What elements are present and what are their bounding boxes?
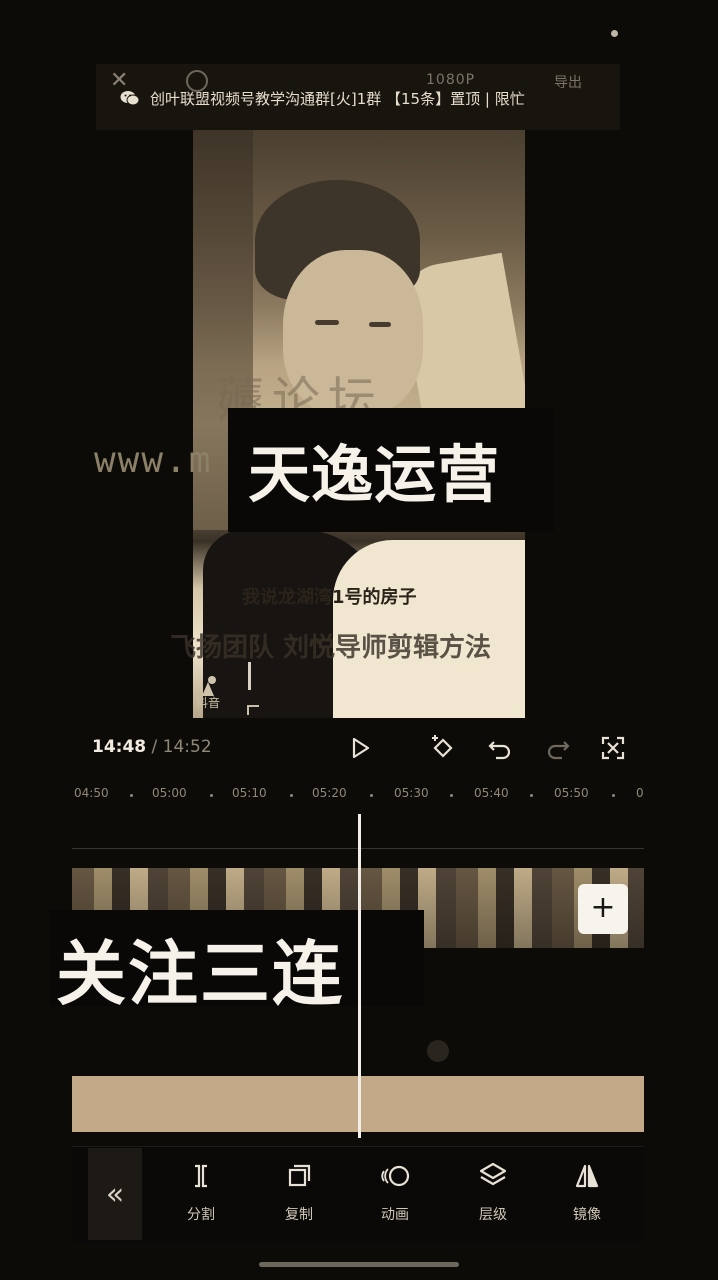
preview-eye (315, 320, 339, 325)
play-button[interactable] (342, 730, 378, 766)
export-button[interactable]: 导出 (554, 72, 582, 92)
logo-caption: 抖音 (196, 696, 221, 710)
split-button[interactable]: 分割 (166, 1160, 236, 1224)
play-icon (352, 737, 370, 759)
ruler-dot (612, 794, 615, 797)
keyframe-icon (432, 735, 453, 758)
mirror-button[interactable]: 镜像 (552, 1160, 622, 1224)
url-watermark: www.m (94, 440, 213, 481)
playback-time: 14:48 / 14:52 (92, 737, 212, 757)
layers-button[interactable]: 层级 (458, 1160, 528, 1224)
follow-overlay-text: 关注三连 (56, 933, 344, 1015)
wechat-icon (120, 91, 140, 106)
total-time: 14:52 (162, 737, 212, 757)
keyframe-button[interactable] (424, 730, 460, 766)
mirror-icon (575, 1164, 599, 1188)
ruler-tick: 05:50 (554, 786, 589, 800)
notification-banner[interactable]: ✕ 1080P 导出 创叶联盟视频号教学沟通群[火]1群 【15条】置顶 | 限… (96, 64, 620, 130)
add-clip-button[interactable]: + (578, 884, 628, 934)
timeline-ruler[interactable]: 04:50 05:00 05:10 05:20 05:30 05:40 05:5… (72, 786, 646, 806)
crop-corner-icon[interactable] (247, 705, 259, 715)
time-separator: / (146, 737, 163, 757)
split-icon (195, 1164, 207, 1188)
ruler-tick: 05:20 (312, 786, 347, 800)
playhead[interactable] (358, 814, 361, 1138)
ruler-dot (370, 794, 373, 797)
ruler-tick: 05:30 (394, 786, 429, 800)
ruler-tick: 05:00 (152, 786, 187, 800)
status-indicator (611, 30, 618, 37)
current-time: 14:48 (92, 737, 147, 757)
fullscreen-icon (601, 736, 625, 760)
copy-button[interactable]: 复制 (264, 1160, 334, 1224)
ruler-dot (530, 794, 533, 797)
ruler-tick: 04:50 (74, 786, 109, 800)
undo-icon (488, 741, 511, 760)
copy-icon (288, 1164, 311, 1187)
home-indicator[interactable] (259, 1262, 459, 1267)
split-label: 分割 (187, 1207, 215, 1223)
notification-text: 创叶联盟视频号教学沟通群[火]1群 【15条】置顶 | 限忙 (150, 90, 525, 108)
animation-button[interactable]: 动画 (360, 1160, 430, 1224)
ruler-tick: 0 (636, 786, 644, 800)
resolution-label[interactable]: 1080P (426, 72, 475, 88)
redo-button[interactable] (540, 730, 576, 766)
ruler-dot (290, 794, 293, 797)
video-caption[interactable]: 飞扬团队 刘悦导师剪辑方法 (170, 627, 491, 664)
text-cursor (248, 662, 251, 690)
track-marker (427, 1040, 449, 1062)
ruler-dot (130, 794, 133, 797)
back-button[interactable]: « (88, 1148, 142, 1240)
fullscreen-button[interactable] (595, 730, 631, 766)
layers-label: 层级 (479, 1207, 507, 1223)
video-subtitle[interactable]: 我说龙湖湾1号的房子 (242, 583, 417, 609)
animation-icon (381, 1165, 410, 1187)
copy-label: 复制 (285, 1207, 313, 1223)
ruler-dot (450, 794, 453, 797)
animation-label: 动画 (381, 1207, 409, 1223)
undo-button[interactable] (482, 730, 518, 766)
redo-icon (547, 741, 570, 760)
ruler-dot (210, 794, 213, 797)
mirror-label: 镜像 (573, 1207, 601, 1223)
ruler-tick: 05:40 (474, 786, 509, 800)
title-overlay-text: 天逸运营 (248, 438, 501, 511)
ruler-tick: 05:10 (232, 786, 267, 800)
layers-icon (479, 1162, 507, 1186)
preview-eye (369, 322, 391, 327)
